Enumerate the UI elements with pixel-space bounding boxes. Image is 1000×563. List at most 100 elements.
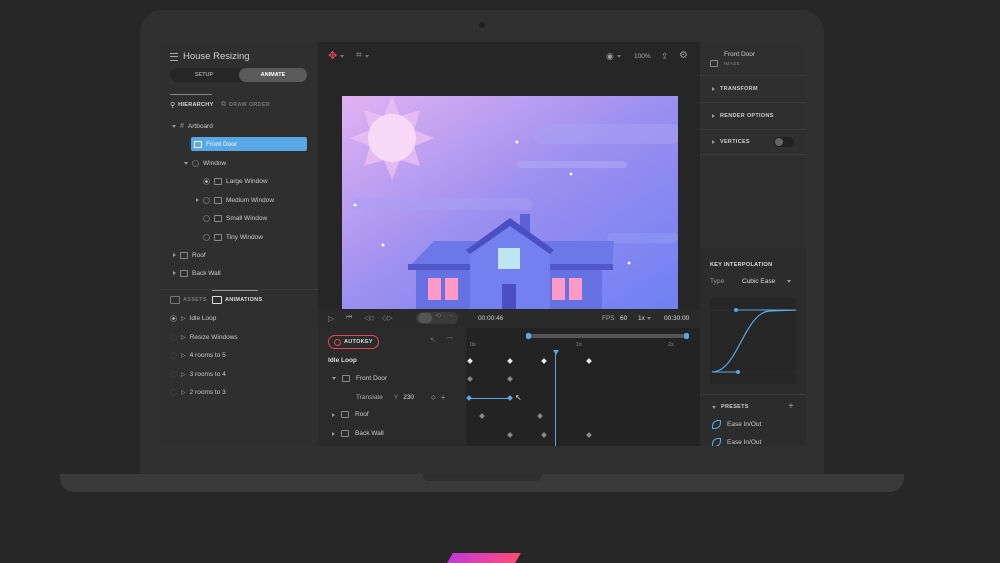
section-label: PRESETS	[721, 404, 749, 410]
tab-draw-order[interactable]: ⧉ DRAW ORDER	[221, 101, 270, 109]
radio-icon[interactable]	[170, 370, 177, 378]
section-vertices[interactable]: VERTICES	[712, 139, 750, 145]
play-icon[interactable]: ▷	[328, 314, 334, 323]
zoom-level[interactable]: 100%	[634, 53, 651, 60]
tab-animations[interactable]: ANIMATIONS	[212, 296, 262, 304]
animation-item[interactable]: ▷ Resize Windows	[170, 331, 238, 343]
animate-tab[interactable]: ANIMATE	[239, 68, 307, 82]
chevron-right-icon[interactable]	[332, 431, 335, 436]
next-key-icon[interactable]: ◇▷	[382, 314, 393, 322]
tab-hierarchy[interactable]: ⚲ HIERARCHY	[170, 101, 214, 109]
range-start-handle[interactable]	[526, 333, 531, 339]
chevron-down-icon[interactable]	[172, 124, 176, 128]
add-key-icon[interactable]: +	[441, 393, 446, 402]
playhead-marker[interactable]	[553, 350, 559, 355]
animation-item[interactable]: ▷ 3 rooms to 4	[170, 368, 226, 380]
tree-item-medium-window[interactable]: Medium Window	[196, 193, 274, 207]
pingpong-icon[interactable]: ⟲	[435, 312, 441, 320]
animation-item[interactable]: ▷ 2 rooms to 3	[170, 386, 226, 398]
current-time[interactable]: 00:00:46	[478, 315, 503, 322]
chevron-down-icon[interactable]	[616, 55, 621, 58]
radio-icon[interactable]	[170, 333, 177, 341]
divider	[700, 75, 806, 76]
tree-item-large-window[interactable]: Large Window	[203, 174, 268, 188]
section-transform[interactable]: TRANSFORM	[712, 86, 758, 92]
ease-curve-icon	[712, 438, 721, 446]
transform-tool[interactable]: ⌗	[356, 51, 369, 61]
chevron-right-icon[interactable]	[196, 198, 199, 202]
loop-mode-switch[interactable]: ⟲ →	[416, 312, 458, 324]
gear-icon[interactable]: ⚙	[679, 50, 688, 61]
image-icon	[710, 54, 718, 72]
chevron-down-icon[interactable]	[184, 161, 188, 165]
vertices-toggle[interactable]	[774, 137, 794, 147]
timeline-keys[interactable]	[466, 328, 700, 446]
range-end-handle[interactable]	[684, 333, 689, 339]
chevron-right-icon[interactable]	[332, 412, 335, 417]
speed-select[interactable]: 1x	[638, 315, 651, 322]
key-icon[interactable]: ◇	[431, 394, 436, 401]
crop-icon: ⌗	[356, 50, 362, 61]
animation-item[interactable]: ▷ Idle Loop	[170, 312, 216, 324]
radio-icon[interactable]	[203, 196, 210, 204]
move-tool[interactable]: ✥	[328, 51, 345, 62]
autokey-button[interactable]: AUTOKEY	[328, 335, 379, 349]
chevron-down-icon[interactable]	[340, 54, 345, 58]
star	[353, 203, 357, 207]
section-presets[interactable]: PRESETS	[712, 404, 749, 410]
interpolation-type-select[interactable]: Cubic Ease	[742, 278, 792, 285]
radio-selected-icon[interactable]	[170, 314, 177, 322]
setup-tab[interactable]: SETUP	[170, 68, 238, 82]
easing-curve-editor[interactable]	[710, 298, 796, 384]
tree-label: Roof	[192, 251, 206, 259]
skip-start-icon[interactable]: ⏮	[346, 314, 352, 322]
loop-icon[interactable]	[418, 313, 432, 323]
track-back-wall[interactable]: Back Wall	[332, 430, 384, 437]
oneshot-icon[interactable]: →	[447, 312, 454, 319]
tree-item-back-wall[interactable]: Back Wall	[173, 266, 221, 280]
tree-item-small-window[interactable]: Small Window	[203, 211, 267, 225]
tab-underline	[212, 290, 258, 291]
tree-item-window[interactable]: Window	[184, 156, 226, 170]
curve-icon[interactable]: ⌒	[446, 336, 453, 346]
translate-y-input[interactable]: 230	[403, 394, 414, 401]
radio-icon[interactable]	[170, 388, 177, 396]
menu-icon[interactable]	[170, 52, 178, 61]
chevron-right-icon[interactable]	[173, 271, 176, 275]
track-roof[interactable]: Roof	[332, 411, 369, 418]
share-icon[interactable]: ⇪	[661, 51, 669, 62]
visibility-toggle[interactable]: ◉	[606, 52, 621, 61]
track-front-door[interactable]: Front Door	[332, 375, 387, 382]
timeline-scrollbar[interactable]	[526, 333, 689, 339]
section-render-options[interactable]: RENDER OPTIONS	[712, 113, 774, 119]
playhead[interactable]	[555, 350, 556, 446]
add-preset-icon[interactable]: +	[788, 401, 794, 412]
radio-icon[interactable]	[170, 351, 177, 359]
tree-item-front-door[interactable]: Front Door	[191, 137, 307, 151]
fps-value[interactable]: 60	[620, 315, 627, 322]
animation-label: 2 rooms to 3	[189, 388, 226, 396]
tree-item-roof[interactable]: Roof	[173, 248, 206, 262]
image-icon	[194, 140, 202, 148]
section-label: TRANSFORM	[720, 86, 758, 92]
animation-label: Idle Loop	[189, 314, 217, 322]
chevron-down-icon[interactable]	[364, 54, 369, 58]
animation-item[interactable]: ▷ 4 rooms to 5	[170, 349, 226, 361]
mode-switch: SETUP ANIMATE	[170, 68, 307, 82]
tree-item-tiny-window[interactable]: Tiny Window	[203, 230, 263, 244]
chevron-down-icon[interactable]	[332, 377, 336, 380]
hierarchy-icon: ⚲	[170, 102, 176, 109]
preset-item[interactable]: Ease In/Out	[712, 438, 761, 446]
preset-item[interactable]: Ease In/Out	[712, 420, 761, 429]
cursor-icon[interactable]: ↖	[430, 336, 436, 344]
tree-item-artboard[interactable]: # Artboard	[172, 119, 213, 133]
folder-icon	[170, 296, 180, 304]
tab-assets[interactable]: ASSETS	[170, 296, 207, 304]
radio-icon[interactable]	[203, 233, 210, 241]
radio-selected-icon[interactable]	[203, 177, 210, 185]
artboard-canvas[interactable]	[342, 96, 678, 309]
prev-key-icon[interactable]: ◁◇	[364, 314, 375, 322]
radio-icon[interactable]	[203, 214, 210, 222]
chevron-right-icon[interactable]	[173, 253, 176, 257]
end-time[interactable]: 00:30:00	[664, 315, 689, 322]
